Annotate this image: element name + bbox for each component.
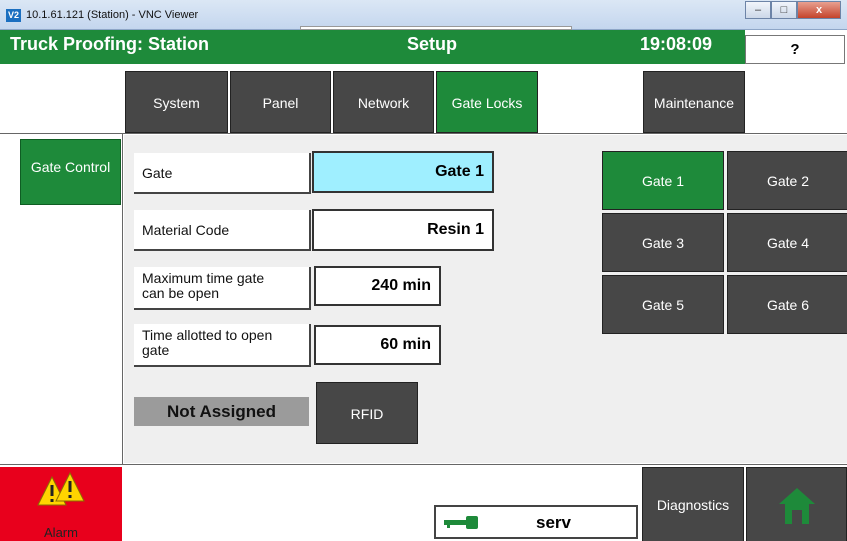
app-title: Truck Proofing: Station: [10, 34, 210, 54]
side-nav: Gate Control: [0, 134, 123, 464]
gate-3-button[interactable]: Gate 3: [602, 213, 724, 272]
rfid-button[interactable]: RFID: [316, 382, 418, 444]
help-button[interactable]: ?: [745, 35, 845, 64]
max-time-label: Maximum time gate can be open: [134, 267, 311, 310]
user-status: serv: [434, 505, 638, 539]
screen-title: Setup: [407, 34, 458, 54]
nav-gate-control[interactable]: Gate Control: [20, 139, 121, 205]
max-time-field[interactable]: 240 min: [314, 266, 441, 306]
tab-maintenance[interactable]: Maintenance: [643, 71, 745, 133]
gate-4-button[interactable]: Gate 4: [727, 213, 847, 272]
clock: 19:08:09: [640, 34, 713, 54]
rfid-status-badge: Not Assigned: [134, 397, 309, 426]
gate-1-button[interactable]: Gate 1: [602, 151, 724, 210]
gate-6-button[interactable]: Gate 6: [727, 275, 847, 334]
gate-5-button[interactable]: Gate 5: [602, 275, 724, 334]
gate-settings-panel: Gate Gate 1 Material Code Resin 1 Maximu…: [124, 135, 847, 463]
allotted-time-field[interactable]: 60 min: [314, 325, 441, 365]
warning-icon: [37, 471, 85, 506]
app-header: Truck Proofing: Station Setup 19:08:09 ?: [0, 30, 847, 68]
home-icon: [779, 488, 815, 524]
tab-system[interactable]: System: [125, 71, 228, 133]
diagnostics-button[interactable]: Diagnostics: [642, 467, 744, 541]
alarm-button[interactable]: Alarm: [0, 467, 122, 541]
minimize-button[interactable]: –: [745, 1, 771, 19]
window-title: 10.1.61.121 (Station) - VNC Viewer: [26, 9, 199, 21]
material-code-field[interactable]: Resin 1: [312, 209, 494, 251]
gate-field[interactable]: Gate 1: [312, 151, 494, 193]
home-button[interactable]: [746, 467, 847, 541]
key-icon: [444, 516, 478, 529]
tab-gate-locks[interactable]: Gate Locks: [436, 71, 538, 133]
allotted-time-label: Time allotted to open gate: [134, 324, 311, 367]
tab-network[interactable]: Network: [333, 71, 434, 133]
vnc-icon: V2: [6, 9, 21, 22]
tab-panel[interactable]: Panel: [230, 71, 331, 133]
tab-bar: System Panel Network Gate Locks Maintena…: [0, 68, 847, 134]
gate-2-button[interactable]: Gate 2: [727, 151, 847, 210]
alarm-label: Alarm: [44, 525, 78, 540]
window-titlebar: V2 10.1.61.121 (Station) - VNC Viewer – …: [0, 0, 847, 30]
close-button[interactable]: x: [797, 1, 841, 19]
gate-label: Gate: [134, 153, 311, 194]
footer-bar: Alarm serv Diagnostics: [0, 464, 847, 541]
material-code-label: Material Code: [134, 210, 311, 251]
maximize-button[interactable]: □: [771, 1, 797, 19]
current-user: serv: [536, 513, 571, 532]
